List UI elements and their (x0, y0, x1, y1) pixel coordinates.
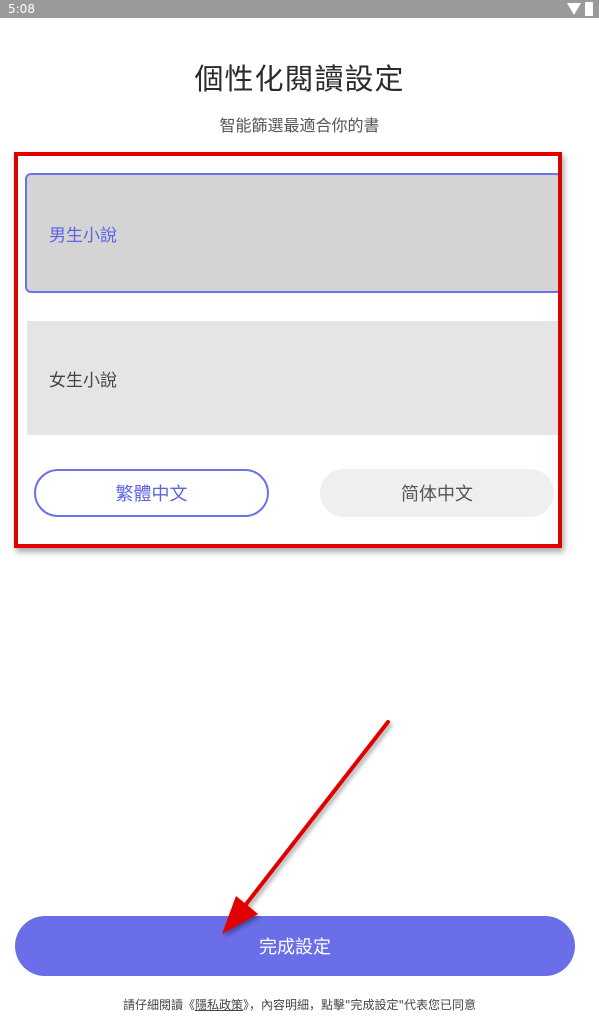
privacy-policy-link[interactable]: 隱私政策 (195, 998, 243, 1012)
battery-icon (585, 2, 593, 16)
page-subtitle: 智能篩選最適合你的書 (219, 116, 380, 135)
footer-prefix: 請仔細閱讀《 (122, 998, 195, 1012)
footer-note: 請仔細閱讀《隱私政策》，內容明細，點擊"完成設定"代表您已同意 (0, 996, 599, 1013)
arrow-shaft (238, 720, 390, 914)
wifi-icon (567, 3, 581, 15)
status-icons (567, 2, 593, 16)
status-time: 5:08 (8, 2, 35, 16)
footer-suffix: 》，內容明細，點擊"完成設定"代表您已同意 (242, 998, 477, 1012)
complete-setup-button[interactable]: 完成設定 (15, 916, 575, 976)
page-title: 個性化閱讀設定 (194, 62, 405, 96)
annotation-highlight-box (14, 152, 562, 548)
status-bar: 5:08 (0, 0, 599, 18)
